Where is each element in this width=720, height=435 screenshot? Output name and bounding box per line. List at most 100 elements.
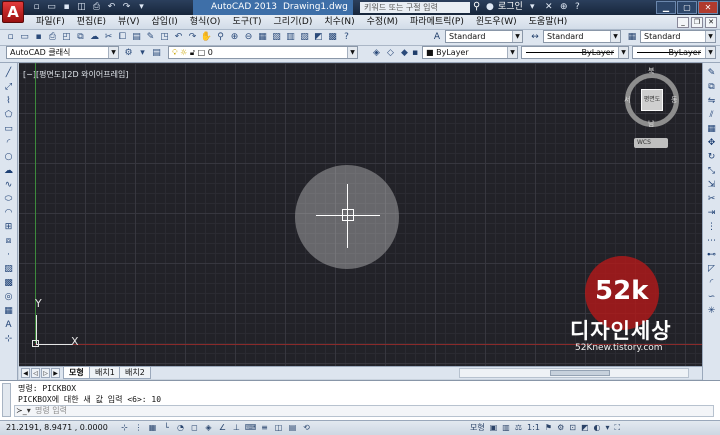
move-icon[interactable]: ✥ [705, 137, 718, 150]
make-block-icon[interactable]: ⧈ [2, 235, 15, 248]
allow-ucs-icon[interactable]: ⊥ [230, 422, 243, 434]
command-window-grip[interactable] [2, 383, 11, 417]
object-snap-icon[interactable]: ◻ [188, 422, 201, 434]
clean-screen-icon[interactable]: ⛶ [615, 421, 621, 435]
menu-window[interactable]: 윈도우(W) [476, 15, 517, 30]
lineweight-toggle-icon[interactable]: ≡ [258, 422, 271, 434]
arc-icon[interactable]: ◜ [2, 137, 15, 150]
ellipse-arc-icon[interactable]: ◠ [2, 207, 15, 220]
chamfer-icon[interactable]: ◸ [705, 263, 718, 276]
undo-button-icon[interactable]: ↶ [172, 31, 185, 44]
scrollbar-thumb[interactable] [550, 370, 610, 376]
scale-icon[interactable]: ⤡ [705, 165, 718, 178]
polar-tracking-icon[interactable]: ◔ [174, 422, 187, 434]
match-properties-icon[interactable]: ✎ [144, 31, 157, 44]
login-dropdown-icon[interactable]: ▾ [530, 1, 535, 14]
point-icon[interactable]: · [2, 249, 15, 262]
region-icon[interactable]: ◎ [2, 291, 15, 304]
rotate-icon[interactable]: ↻ [705, 151, 718, 164]
save-icon[interactable]: ▪ [60, 1, 73, 13]
horizontal-scrollbar[interactable] [459, 368, 689, 378]
table-icon[interactable]: ▦ [2, 305, 15, 318]
binoculars-icon[interactable]: ⚲ [473, 1, 480, 12]
menu-insert[interactable]: 삽입(I) [152, 15, 178, 30]
transparency-icon[interactable]: ◫ [272, 422, 285, 434]
break-icon[interactable]: ⋯ [705, 235, 718, 248]
copy-icon[interactable]: ⧠ [116, 31, 129, 44]
join-icon[interactable]: ⊷ [705, 249, 718, 262]
new-icon[interactable]: ▫ [30, 1, 43, 13]
grid-display-icon[interactable]: ▦ [146, 422, 159, 434]
fillet-icon[interactable]: ◜ [705, 277, 718, 290]
insert-block-icon[interactable]: ⊞ [2, 221, 15, 234]
menu-dimension[interactable]: 치수(N) [324, 15, 354, 30]
wcs-menu[interactable]: WCS [634, 138, 668, 148]
polyline-icon[interactable]: ⌇ [2, 95, 15, 108]
menu-format[interactable]: 형식(O) [190, 15, 221, 30]
menu-draw[interactable]: 그리기(D) [274, 15, 313, 30]
viewport-controls[interactable]: [−][평면도][2D 와이어프레임] [23, 69, 128, 80]
viewcube-east[interactable]: 동 [671, 95, 677, 105]
drawing-area[interactable]: [−][평면도][2D 와이어프레임] Y X 평면도 북 남 동 서 WCS … [19, 63, 702, 366]
viewcube-south[interactable]: 남 [648, 119, 654, 129]
annotation-visibility-icon[interactable]: ⚑ [545, 421, 552, 435]
pan-icon[interactable]: ✋ [200, 31, 213, 44]
lineweight-select[interactable]: ByLayer ▼ [632, 46, 716, 59]
add-selected-icon[interactable]: ⊹ [2, 333, 15, 346]
model-space-button[interactable]: 모형 [470, 421, 485, 435]
qnew-icon[interactable]: ▫ [4, 31, 17, 44]
quick-view-drawings-icon[interactable]: ▥ [502, 421, 510, 435]
mirror-icon[interactable]: ⇋ [705, 95, 718, 108]
help-toolbar-icon[interactable]: ? [340, 31, 353, 44]
properties-icon[interactable]: ▦ [256, 31, 269, 44]
cut-icon[interactable]: ✂ [102, 31, 115, 44]
ortho-mode-icon[interactable]: └ [160, 422, 173, 434]
table-style-select[interactable]: Standard ▼ [640, 30, 716, 43]
menu-help[interactable]: 도움말(H) [529, 15, 568, 30]
minimize-button[interactable]: ▁ [656, 1, 676, 14]
blend-icon[interactable]: ∽ [705, 291, 718, 304]
redo-button-icon[interactable]: ↷ [186, 31, 199, 44]
save-file-icon[interactable]: ▪ [32, 31, 45, 44]
help-dropdown-icon[interactable]: ⊕ [560, 1, 568, 14]
prev-tab-icon[interactable]: ◁ [31, 368, 40, 378]
tool-palettes-icon[interactable]: ▥ [284, 31, 297, 44]
menu-view[interactable]: 뷰(V) [118, 15, 139, 30]
markup-icon[interactable]: ◩ [312, 31, 325, 44]
ellipse-icon[interactable]: ⬭ [2, 193, 15, 206]
next-tab-icon[interactable]: ▷ [41, 368, 50, 378]
preview-icon[interactable]: ◰ [60, 31, 73, 44]
exchange-icon[interactable]: ✕ [545, 1, 553, 14]
open-icon[interactable]: ▭ [45, 1, 58, 13]
layer-properties-icon[interactable]: ▤ [150, 47, 163, 60]
hardware-acceleration-icon[interactable]: ◩ [581, 421, 589, 435]
hatch-icon[interactable]: ▨ [2, 263, 15, 276]
coordinate-display[interactable]: 21.2191, 8.9471 , 0.0000 [6, 421, 108, 435]
workspace-settings-icon[interactable]: ⚙ [122, 47, 135, 60]
make-current-layer-icon[interactable]: ◈ [370, 47, 383, 60]
erase-icon[interactable]: ✎ [705, 67, 718, 80]
workspace-switch-icon[interactable]: ⚙ [557, 421, 564, 435]
plot-icon[interactable]: ⎙ [46, 31, 59, 44]
spline-icon[interactable]: ∿ [2, 179, 15, 192]
lock-icon[interactable]: ⊡ [569, 421, 576, 435]
break-at-point-icon[interactable]: ⋮ [705, 221, 718, 234]
polygon-icon[interactable]: ⬠ [2, 109, 15, 122]
object-snap-tracking-icon[interactable]: ∠ [216, 422, 229, 434]
menu-parametric[interactable]: 파라메트릭(P) [410, 15, 464, 30]
extend-icon[interactable]: ⇥ [705, 207, 718, 220]
customize-icon[interactable]: ▾ [136, 47, 149, 60]
offset-icon[interactable]: ⫽ [705, 109, 718, 122]
revcloud-icon[interactable]: ☁ [2, 165, 15, 178]
explode-icon[interactable]: ✳ [705, 305, 718, 318]
construction-line-icon[interactable]: ⤢ [2, 81, 15, 94]
workspace-select[interactable]: AutoCAD 클래식 ▼ [6, 46, 119, 59]
linetype-select[interactable]: ByLayer ▼ [521, 46, 629, 59]
viewcube-face[interactable]: 평면도 [641, 89, 663, 111]
menu-file[interactable]: 파일(F) [36, 15, 65, 30]
paste-icon[interactable]: ▤ [130, 31, 143, 44]
color-select[interactable]: ■ ByLayer ▼ [422, 46, 518, 59]
viewcube-west[interactable]: 서 [624, 95, 630, 105]
quick-view-layouts-icon[interactable]: ▣ [490, 421, 498, 435]
text-style-select[interactable]: Standard ▼ [445, 30, 523, 43]
